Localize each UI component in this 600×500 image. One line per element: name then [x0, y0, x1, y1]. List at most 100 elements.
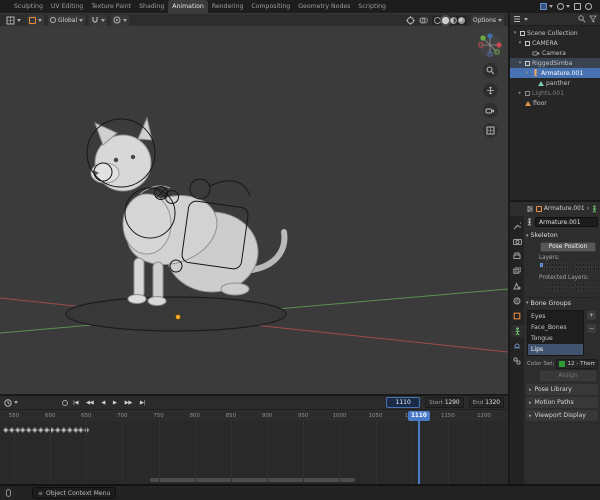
layer-cell[interactable] [565, 283, 569, 287]
move-view-button[interactable] [482, 83, 498, 98]
layer-cell[interactable] [550, 283, 554, 287]
tab-view-layer[interactable] [511, 265, 524, 277]
layer-cell[interactable] [543, 287, 547, 291]
layer-cell[interactable] [540, 263, 543, 267]
outliner-item-armature[interactable]: ▾ Armature.001 [510, 68, 600, 78]
layer-cell[interactable] [561, 287, 565, 291]
panel-pose-library[interactable]: ▸ Pose Library [526, 384, 598, 395]
keyframe-diamond[interactable] [14, 427, 20, 433]
auto-key-record-icon[interactable] [62, 399, 68, 406]
layer-cell[interactable] [589, 283, 593, 287]
options-button[interactable]: Options [470, 14, 504, 26]
keyframe-diamond[interactable] [32, 427, 38, 433]
expander-icon[interactable]: ▸ [517, 90, 523, 96]
workspace-tab-compositing[interactable]: Compositing [247, 0, 294, 13]
datablock-name-field[interactable]: Armature.001 [535, 216, 598, 227]
tab-object-data-armature[interactable] [510, 325, 524, 337]
snap-toggle[interactable] [89, 14, 108, 26]
layer-cell[interactable] [592, 283, 596, 287]
workspace-tab-uv-editing[interactable]: UV Editing [47, 0, 87, 13]
remove-bone-group-button[interactable]: − [586, 323, 597, 334]
play-reverse-button[interactable]: ◀ [98, 397, 108, 409]
expander-icon[interactable]: ▾ [524, 70, 530, 76]
outliner-editor-icon[interactable] [513, 15, 521, 23]
keyframe-diamond[interactable] [3, 427, 9, 433]
properties-editor-icon[interactable] [526, 205, 534, 213]
toggle-projection-button[interactable] [482, 123, 498, 138]
layer-cell[interactable] [540, 287, 543, 291]
add-bone-group-button[interactable]: + [586, 310, 597, 321]
scene-selector[interactable] [540, 3, 553, 10]
new-scene-icon[interactable] [574, 3, 581, 10]
jump-to-end-button[interactable]: ▶| [137, 397, 148, 409]
layer-cell[interactable] [585, 263, 589, 267]
layer-cell[interactable] [547, 267, 551, 271]
layer-cell[interactable] [574, 263, 578, 267]
layer-cell[interactable] [550, 267, 554, 271]
layer-cell[interactable] [582, 267, 586, 271]
keyframe-diamond[interactable] [67, 427, 73, 433]
layer-cell[interactable] [543, 283, 547, 287]
rendered-shading-icon[interactable] [457, 16, 465, 24]
layer-cell[interactable] [578, 283, 582, 287]
material-shading-icon[interactable] [449, 16, 457, 24]
search-icon[interactable] [578, 15, 586, 23]
workspace-tab-geometry-nodes[interactable]: Geometry Nodes [294, 0, 354, 13]
layer-cell[interactable] [558, 263, 561, 267]
keyframe-diamond[interactable] [78, 427, 84, 433]
origin-point[interactable] [175, 314, 181, 320]
workspace-tab-shading[interactable]: Shading [135, 0, 168, 13]
layer-cell[interactable] [550, 263, 554, 267]
outliner-item-scene-collection[interactable]: ▾ Scene Collection [510, 28, 600, 38]
frame-start-field[interactable]: Start 1290 [425, 397, 464, 408]
timeline-scrollbar[interactable] [150, 478, 355, 482]
bone-group-item[interactable]: Face_Bones [528, 322, 583, 333]
layer-cell[interactable] [592, 287, 596, 291]
outliner-item-lights-collection[interactable]: ▸ Lights.001 [510, 88, 600, 98]
tab-tool[interactable] [511, 220, 524, 232]
outliner-item-camera-collection[interactable]: ▾ CAMERA [510, 38, 600, 48]
workspace-tab-rendering[interactable]: Rendering [208, 0, 248, 13]
tab-constraints[interactable] [511, 355, 524, 367]
keyframe-diamond[interactable] [61, 427, 67, 433]
overlays-icon[interactable] [419, 16, 428, 25]
layer-cell[interactable] [558, 287, 561, 291]
playhead-label[interactable]: 1110 [407, 411, 430, 421]
layer-cell[interactable] [571, 287, 575, 291]
layer-cell[interactable] [596, 283, 600, 287]
tab-physics[interactable] [511, 340, 524, 352]
timeline-body[interactable] [0, 421, 508, 484]
layer-cell[interactable] [547, 287, 551, 291]
layer-cell[interactable] [596, 263, 600, 267]
protected-layers-grid[interactable] [539, 282, 600, 293]
keyframe-diamond[interactable] [72, 427, 78, 433]
outliner-item-panther[interactable]: panther [510, 78, 600, 88]
tab-object[interactable] [511, 310, 524, 322]
workspace-tab-animation[interactable]: Animation [168, 0, 208, 13]
tab-scene[interactable] [511, 280, 524, 292]
bone-group-item[interactable]: Eyes [528, 311, 583, 322]
tab-world[interactable] [511, 295, 524, 307]
pose-position-button[interactable]: Pose Position [540, 242, 596, 252]
layer-cell[interactable] [582, 287, 586, 291]
current-frame-field[interactable]: 1110 [386, 397, 421, 408]
layer-cell[interactable] [550, 287, 554, 291]
layer-cell[interactable] [554, 287, 558, 291]
layer-cell[interactable] [554, 263, 558, 267]
assign-button[interactable]: Assign [540, 371, 596, 381]
armature-layers-grid[interactable] [539, 262, 600, 273]
workspace-tab-sculpting[interactable]: Sculpting [10, 0, 47, 13]
panel-viewport-display[interactable]: ▸ Viewport Display [526, 410, 598, 421]
outliner-item-floor[interactable]: floor [510, 98, 600, 108]
navigation-gizmo[interactable] [477, 32, 503, 58]
layer-cell[interactable] [578, 287, 582, 291]
layer-cell[interactable] [554, 267, 558, 271]
layer-cell[interactable] [547, 263, 551, 267]
layer-cell[interactable] [589, 267, 593, 271]
layer-cell[interactable] [565, 263, 569, 267]
layer-cell[interactable] [596, 287, 600, 291]
last-operator-panel[interactable]: ≡ Object Context Menu [32, 487, 117, 499]
panel-motion-paths[interactable]: ▸ Motion Paths [526, 397, 598, 408]
workspace-tab-texture-paint[interactable]: Texture Paint [87, 0, 135, 13]
layer-cell[interactable] [540, 283, 543, 287]
